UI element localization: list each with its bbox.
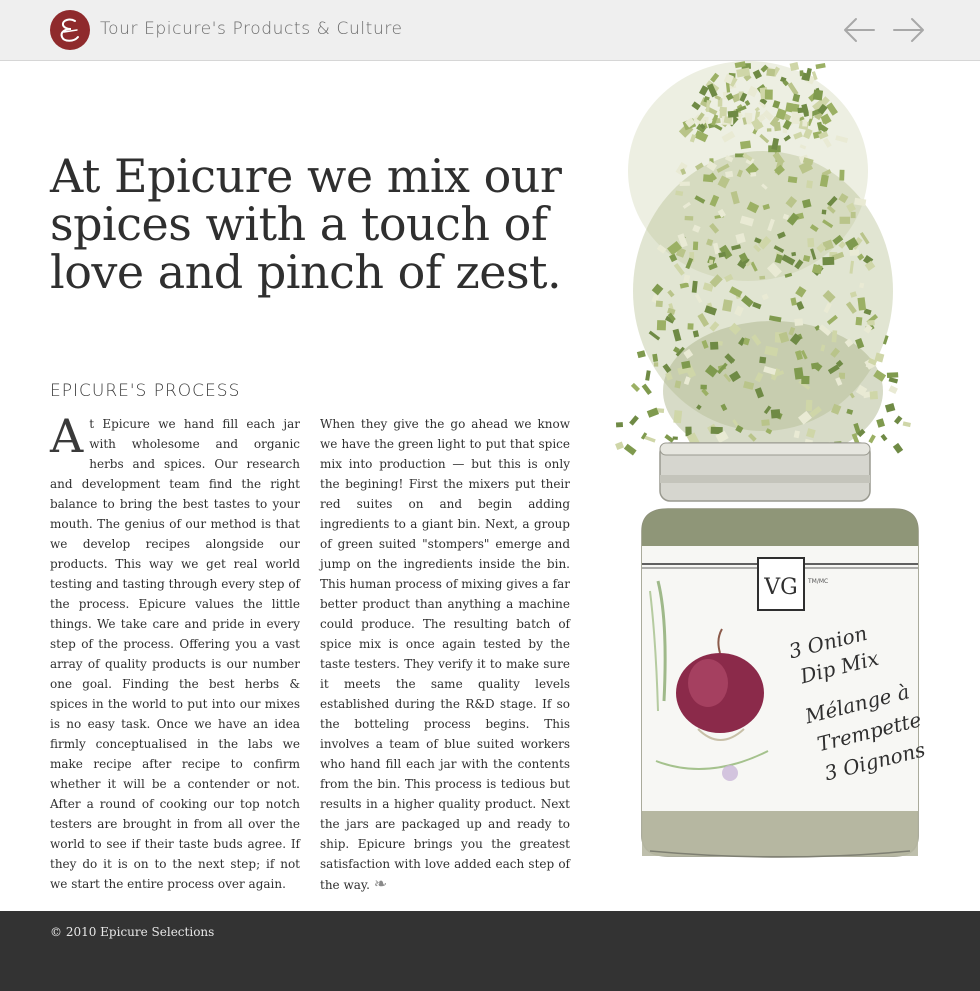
herb-flake <box>807 237 815 248</box>
herb-flake <box>880 433 888 442</box>
herb-flake <box>888 377 899 384</box>
herb-flake <box>789 61 800 72</box>
herb-flake <box>822 256 835 266</box>
site-title[interactable]: Tour Epicure's Products & Culture <box>100 19 403 39</box>
drop-cap: A <box>50 409 84 463</box>
label-monogram: VG <box>763 575 797 600</box>
herb-flake <box>794 318 804 327</box>
herb-flake <box>855 316 863 326</box>
herb-flake <box>684 215 694 221</box>
herb-flake <box>805 399 813 412</box>
herb-flake <box>808 109 813 119</box>
herb-flake <box>821 209 827 215</box>
herb-flake <box>630 382 640 392</box>
top-bar: Tour Epicure's Products & Culture <box>0 0 980 61</box>
herb-flake <box>770 409 781 419</box>
herb-flake <box>766 128 772 132</box>
herb-flake <box>615 441 625 450</box>
herb-flake <box>615 422 623 428</box>
herb-flake <box>799 70 804 77</box>
herb-flake <box>687 323 694 330</box>
herb-flake <box>893 415 903 425</box>
herb-flake <box>884 403 896 413</box>
herb-flake <box>857 297 867 311</box>
herb-flake <box>791 111 801 125</box>
herb-flake <box>797 107 807 114</box>
logo-glyph <box>51 11 89 49</box>
herb-flake <box>727 110 739 118</box>
herb-flake <box>673 410 683 424</box>
herb-flake <box>709 259 714 265</box>
herb-flake <box>692 241 699 251</box>
herb-flake <box>664 434 675 443</box>
fleuron-icon: ❧ <box>373 874 388 893</box>
herb-flake <box>702 174 714 183</box>
herb-flake <box>655 300 663 308</box>
herb-flake <box>849 249 860 256</box>
arrow-left-icon[interactable] <box>842 14 876 46</box>
herb-flake <box>869 391 878 400</box>
herb-flake <box>679 181 690 187</box>
product-image: VG TM/MC 3 Onion Dip Mix Mélange à Tremp… <box>598 61 938 861</box>
herb-flake <box>623 443 637 456</box>
process-paragraph-1: t Epicure we hand fill each jar with who… <box>50 417 300 891</box>
herb-flake <box>656 320 667 331</box>
herb-flake <box>801 375 810 385</box>
herb-flake <box>629 415 639 426</box>
herb-flake <box>653 362 659 367</box>
herb-flake <box>888 385 898 395</box>
process-text-column-1: At Epicure we hand fill each jar with wh… <box>50 409 300 894</box>
herb-flake <box>791 251 797 257</box>
process-text-column-2: When they give the go ahead we know we h… <box>320 414 570 895</box>
label-trademark: TM/MC <box>807 578 828 585</box>
herb-flake <box>787 176 798 184</box>
herb-flake <box>839 169 845 181</box>
herb-flake <box>902 421 911 428</box>
copyright-text: © 2010 Epicure Selections <box>50 925 215 939</box>
herb-flake <box>886 372 899 378</box>
herb-flake <box>750 172 757 177</box>
herb-flake <box>892 442 904 454</box>
page-headline: At Epicure we mix our spices with a touc… <box>50 149 562 299</box>
herb-flake <box>645 370 651 381</box>
footer: © 2010 Epicure Selections <box>0 911 980 991</box>
herb-flake <box>764 89 773 100</box>
herb-flake <box>812 89 824 101</box>
herb-flake <box>766 68 776 77</box>
section-heading: EPICURE'S PROCESS <box>50 381 241 401</box>
herb-flake <box>810 362 820 370</box>
herb-flake <box>850 211 856 219</box>
process-paragraph-2: When they give the go ahead we know we h… <box>320 417 570 892</box>
herb-flake <box>759 275 766 280</box>
herb-flake <box>700 384 707 390</box>
herb-flake <box>876 418 886 428</box>
herb-flake <box>641 383 652 396</box>
herb-flake <box>815 62 826 70</box>
herb-flake <box>802 120 808 127</box>
herb-flake <box>725 170 734 178</box>
herb-flake <box>806 180 813 189</box>
herb-flake <box>739 140 752 150</box>
herb-flake <box>643 435 656 443</box>
herb-flake <box>759 356 767 364</box>
herb-flake <box>710 341 719 350</box>
herb-flake <box>839 216 851 224</box>
herb-flake <box>761 419 770 427</box>
herb-flake <box>636 350 646 359</box>
herb-flake <box>868 434 876 444</box>
arrow-right-icon[interactable] <box>892 14 926 46</box>
epicure-logo-icon[interactable] <box>50 10 90 50</box>
